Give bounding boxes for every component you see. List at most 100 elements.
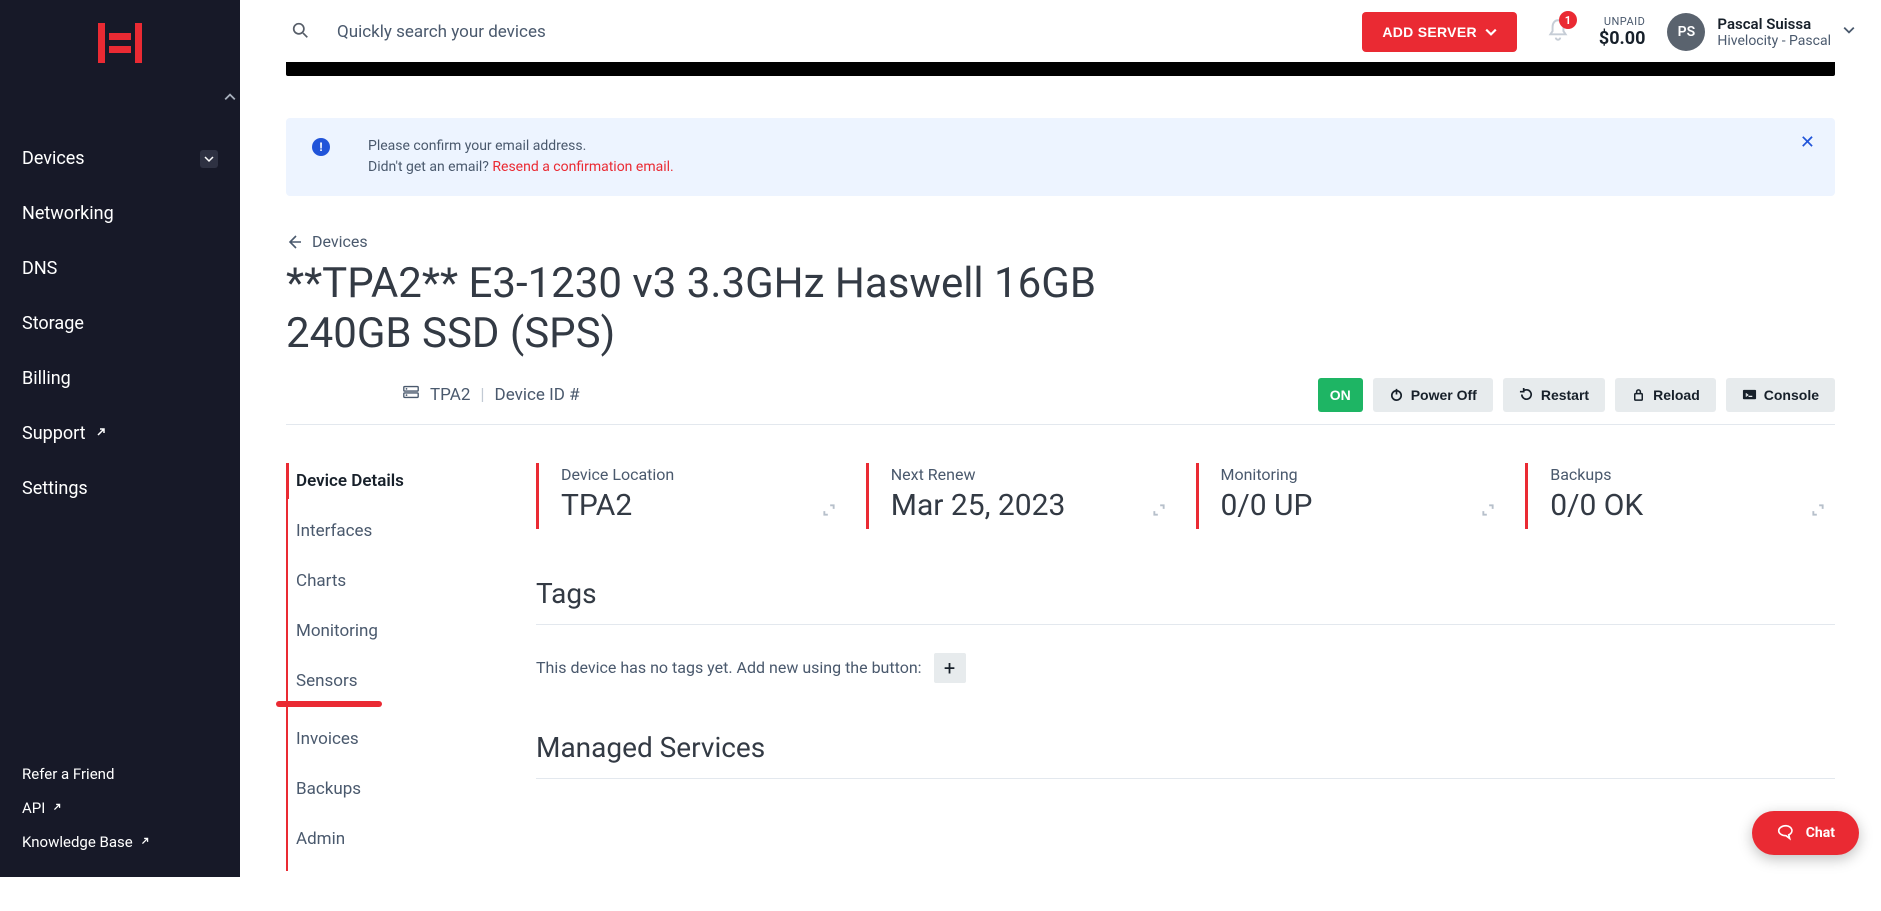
sidebar-item-label: Storage <box>22 313 84 334</box>
notifications-button[interactable]: 1 <box>1545 17 1571 47</box>
resend-email-link[interactable]: Resend a confirmation email. <box>492 159 673 175</box>
stat-monitoring[interactable]: Monitoring 0/0 UP <box>1196 463 1506 529</box>
sidebar-item-label: Support <box>22 423 86 444</box>
section-divider <box>536 778 1835 779</box>
tab-admin[interactable]: Admin <box>288 821 516 857</box>
sidebar-item-label: Networking <box>22 203 114 224</box>
stat-value: TPA2 <box>561 488 846 523</box>
reload-button[interactable]: Reload <box>1615 378 1716 412</box>
search-placeholder: Quickly search your devices <box>337 22 546 42</box>
power-off-label: Power Off <box>1411 387 1477 403</box>
add-server-label: ADD SERVER <box>1382 24 1477 40</box>
sidebar-link-refer[interactable]: Refer a Friend <box>22 757 218 791</box>
external-link-icon <box>139 833 151 851</box>
chat-button[interactable]: Chat <box>1752 811 1859 855</box>
sidebar-item-dns[interactable]: DNS <box>0 241 240 296</box>
reload-label: Reload <box>1653 387 1700 403</box>
power-status-on[interactable]: ON <box>1318 378 1363 412</box>
console-icon <box>1742 387 1757 402</box>
tab-sensors[interactable]: Sensors <box>288 663 516 699</box>
expand-icon <box>1152 503 1166 521</box>
sidebar-item-label: Devices <box>22 148 85 169</box>
tab-interfaces[interactable]: Interfaces <box>288 513 516 549</box>
tab-charts[interactable]: Charts <box>288 563 516 599</box>
sidebar-item-storage[interactable]: Storage <box>0 296 240 351</box>
stat-value: 0/0 OK <box>1550 488 1835 523</box>
user-names: Pascal Suissa Hivelocity - Pascal <box>1717 15 1831 49</box>
stat-label: Next Renew <box>891 465 1176 484</box>
chat-label: Chat <box>1806 825 1835 841</box>
search-icon <box>292 22 309 43</box>
stat-label: Device Location <box>561 465 846 484</box>
power-icon <box>1389 387 1404 402</box>
sidebar-item-support[interactable]: Support <box>0 406 240 461</box>
tags-empty-text: This device has no tags yet. Add new usi… <box>536 658 922 677</box>
unpaid-amount: $0.00 <box>1599 28 1646 49</box>
sidebar-nav: Devices Networking DNS Storage Billing S… <box>0 85 240 516</box>
console-button[interactable]: Console <box>1726 378 1835 412</box>
header: Quickly search your devices ADD SERVER 1… <box>240 0 1881 64</box>
console-label: Console <box>1764 387 1819 403</box>
stat-renew[interactable]: Next Renew Mar 25, 2023 <box>866 463 1176 529</box>
tags-row: This device has no tags yet. Add new usi… <box>536 653 1835 683</box>
external-link-icon <box>94 423 108 444</box>
page-title: **TPA2** E3-1230 v3 3.3GHz Haswell 16GB … <box>286 259 1186 360</box>
user-menu[interactable]: PS Pascal Suissa Hivelocity - Pascal <box>1667 13 1855 51</box>
restart-icon <box>1519 387 1534 402</box>
email-confirm-banner: ! Please confirm your email address. Did… <box>286 118 1835 196</box>
server-icon <box>402 383 420 406</box>
brand-logo[interactable] <box>0 0 240 85</box>
info-icon: ! <box>312 138 330 156</box>
tab-device-details[interactable]: Device Details <box>288 463 516 499</box>
restart-label: Restart <box>1541 387 1589 403</box>
stat-value: 0/0 UP <box>1221 488 1506 523</box>
sidebar-item-settings[interactable]: Settings <box>0 461 240 516</box>
chevron-down-icon <box>200 150 218 168</box>
sidebar-link-api[interactable]: API <box>22 791 218 825</box>
sidebar: Devices Networking DNS Storage Billing S… <box>0 0 240 877</box>
title-row: TPA2 | Device ID # ON Power Off Restart … <box>286 378 1835 425</box>
tab-backups[interactable]: Backups <box>288 771 516 807</box>
lock-icon <box>1631 387 1646 402</box>
breadcrumb-label: Devices <box>312 232 368 251</box>
expand-icon <box>822 503 836 521</box>
sidebar-item-label: Settings <box>22 478 88 499</box>
chevron-down-icon <box>1843 24 1855 40</box>
add-tag-button[interactable]: + <box>934 653 966 683</box>
external-link-icon <box>51 799 63 817</box>
tab-content: Device Location TPA2 Next Renew Mar 25, … <box>536 463 1835 871</box>
managed-services-heading: Managed Services <box>536 731 1835 764</box>
banner-line2-pre: Didn't get an email? <box>368 159 492 175</box>
stats-row: Device Location TPA2 Next Renew Mar 25, … <box>536 463 1835 529</box>
sidebar-item-billing[interactable]: Billing <box>0 351 240 406</box>
scroll-up-arrow <box>224 91 236 103</box>
on-label: ON <box>1330 387 1351 403</box>
banner-body: Please confirm your email address. Didn'… <box>368 136 674 178</box>
location-code: TPA2 <box>430 385 470 405</box>
sidebar-item-networking[interactable]: Networking <box>0 186 240 241</box>
unpaid-label: UNPAID <box>1599 15 1646 28</box>
tab-invoices[interactable]: Invoices <box>288 721 516 757</box>
stat-location[interactable]: Device Location TPA2 <box>536 463 846 529</box>
breadcrumb-back[interactable]: Devices <box>286 232 368 251</box>
expand-icon <box>1811 503 1825 521</box>
sidebar-item-devices[interactable]: Devices <box>0 131 240 186</box>
device-tabs: Device Details Interfaces Charts Monitor… <box>286 463 516 871</box>
banner-close-button[interactable]: ✕ <box>1800 134 1815 152</box>
sidebar-link-label: Refer a Friend <box>22 765 114 783</box>
section-divider <box>536 624 1835 625</box>
user-org: Hivelocity - Pascal <box>1717 33 1831 49</box>
restart-button[interactable]: Restart <box>1503 378 1605 412</box>
tab-monitoring[interactable]: Monitoring <box>288 613 516 649</box>
search-area[interactable]: Quickly search your devices <box>292 22 1362 43</box>
sidebar-bottom: Refer a Friend API Knowledge Base <box>0 757 240 877</box>
sensors-highlight-underline <box>276 701 382 707</box>
power-off-button[interactable]: Power Off <box>1373 378 1493 412</box>
stat-value: Mar 25, 2023 <box>891 488 1176 523</box>
unpaid-balance[interactable]: UNPAID $0.00 <box>1599 15 1646 49</box>
stat-backups[interactable]: Backups 0/0 OK <box>1525 463 1835 529</box>
main: ! Please confirm your email address. Did… <box>240 62 1881 911</box>
add-server-button[interactable]: ADD SERVER <box>1362 12 1517 52</box>
device-actions: ON Power Off Restart Reload Console <box>1318 378 1835 412</box>
sidebar-link-kb[interactable]: Knowledge Base <box>22 825 218 859</box>
